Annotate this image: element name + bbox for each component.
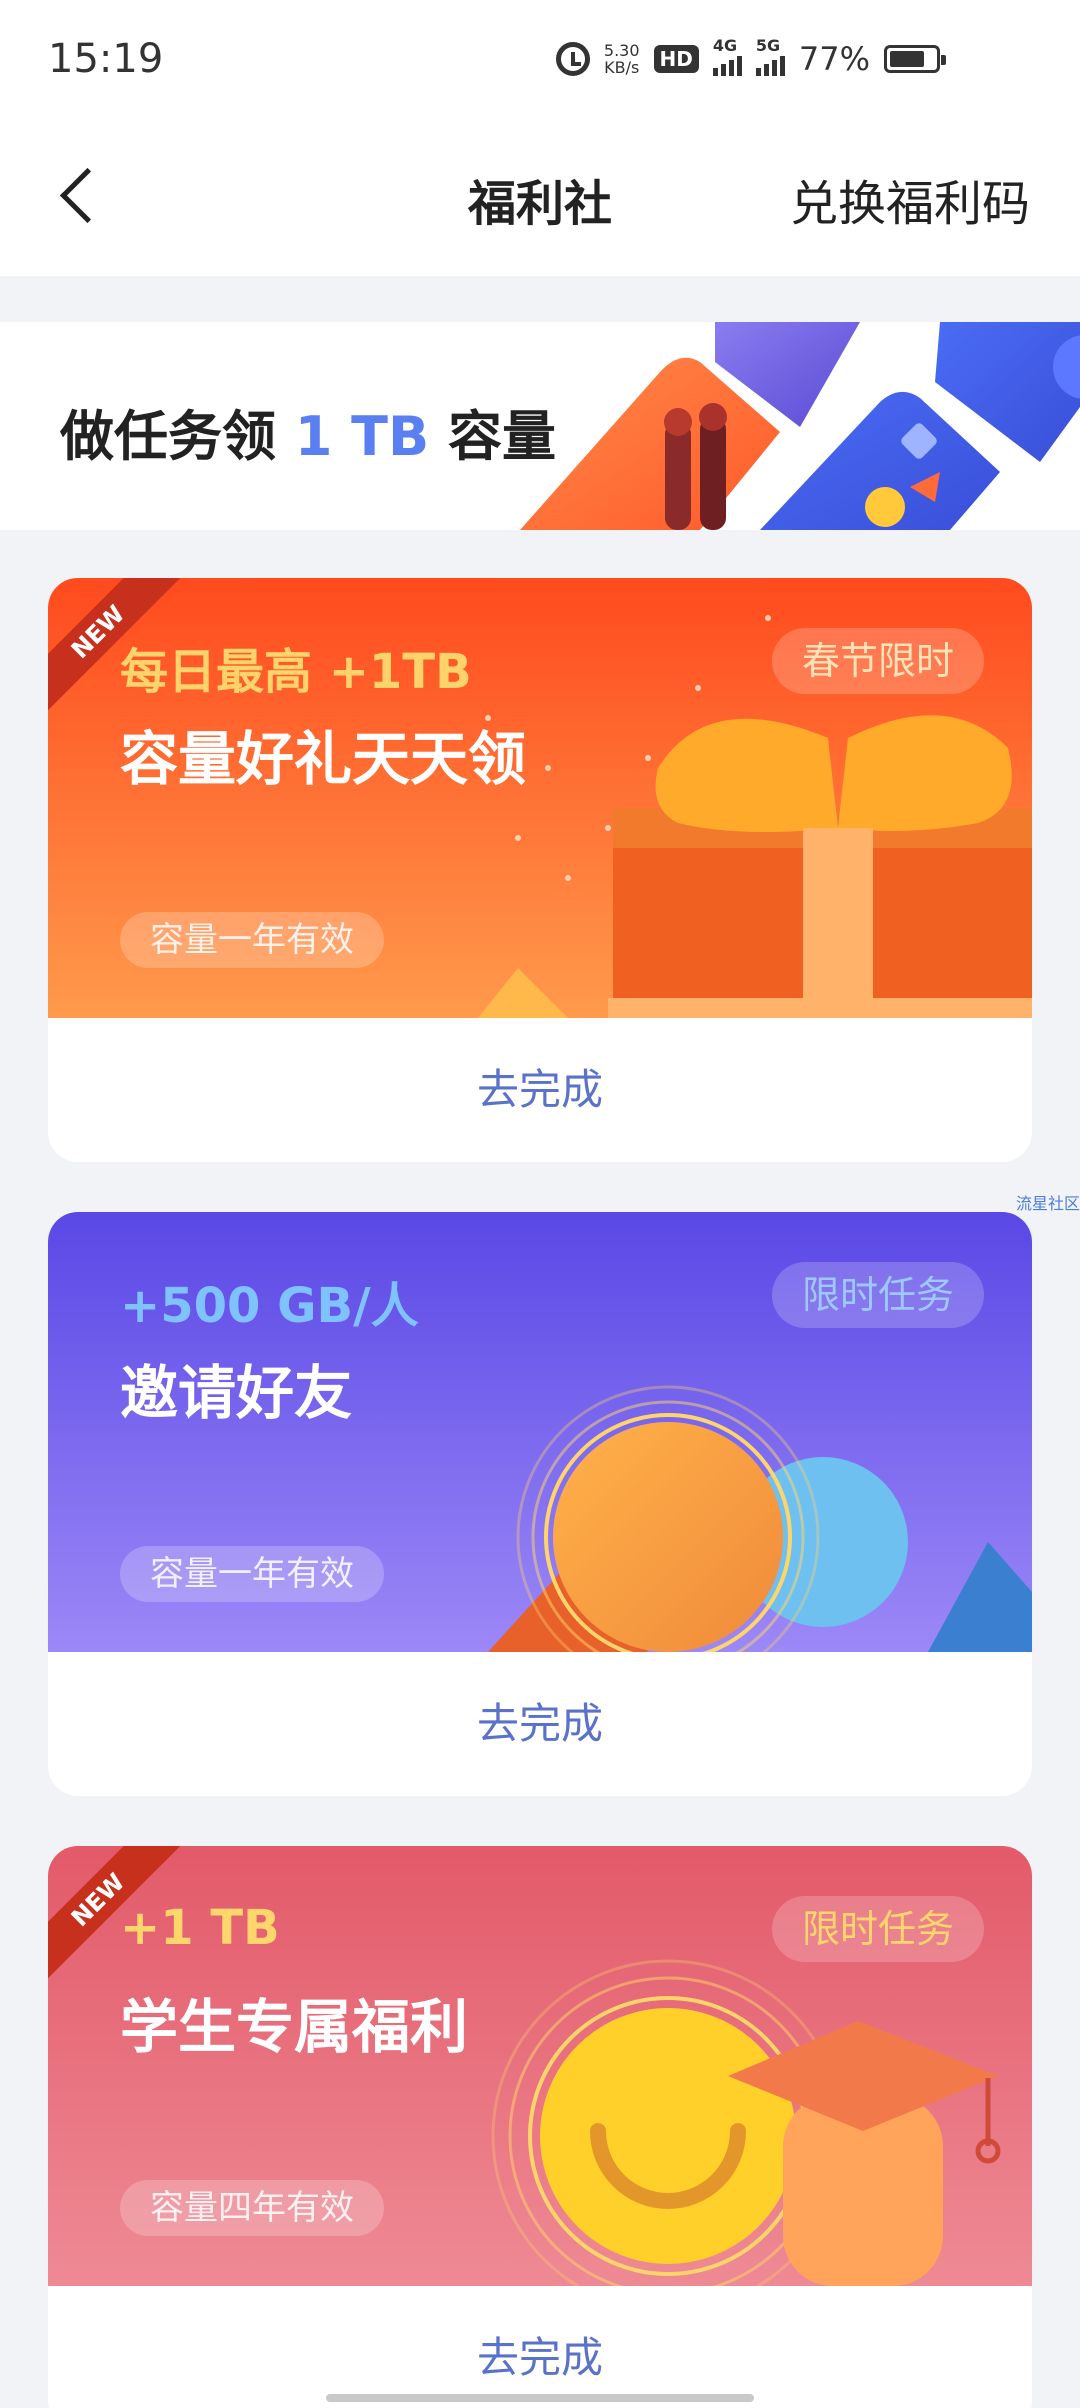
card-validity: 容量四年有效 [120, 2180, 384, 2236]
task-card-student-benefit[interactable]: NEW +1 TB 学生专属福利 限时任务 容量四年有效 去完成 [48, 1846, 1032, 2408]
card-title: 学生专属福利 [120, 1993, 469, 2061]
watermark-text: 流星社区 [1015, 1194, 1080, 1213]
task-banner: 做任务领 1 TB 容量 [0, 322, 1080, 530]
task-card-invite-friends[interactable]: +500 GB/人 邀请好友 限时任务 容量一年有效 去完成 [48, 1212, 1032, 1796]
card-capacity-label: +1 TB [120, 1900, 280, 1956]
banner-headline: 做任务领 1 TB 容量 [60, 392, 556, 471]
network-speed-unit: KB/s [604, 58, 640, 77]
redeem-code-button[interactable]: 兑换福利码 [790, 164, 1030, 234]
home-indicator[interactable] [326, 2394, 754, 2402]
banner-text-suffix: 容量 [448, 405, 556, 468]
app-header: 福利社 兑换福利码 [0, 120, 1080, 276]
sim2-network-label: 5G [755, 36, 781, 55]
go-complete-button[interactable]: 去完成 [48, 2286, 1032, 2408]
status-bar: 15:19 5.30 KB/s HD 4G 5G 77% [0, 0, 1080, 120]
card-validity: 容量一年有效 [120, 912, 384, 968]
card-validity: 容量一年有效 [120, 1546, 384, 1602]
task-card-daily-gift[interactable]: NEW 每日最高 +1TB 容量好礼天天领 春节限时 容量一年有效 去完成 [48, 578, 1032, 1162]
battery-fill [890, 51, 924, 67]
hd-voice-icon: HD [653, 45, 699, 73]
status-icons: 5.30 KB/s HD 4G 5G 77% [555, 36, 946, 78]
banner-text-highlight: 1 TB [294, 405, 430, 468]
sim1-network-label: 4G [712, 36, 738, 55]
card-tag: 限时任务 [771, 1262, 984, 1328]
card-title: 容量好礼天天领 [120, 725, 527, 793]
status-time: 15:19 [48, 36, 164, 82]
go-complete-button[interactable]: 去完成 [48, 1652, 1032, 1796]
card-title: 邀请好友 [120, 1359, 353, 1427]
signal-sim2-icon: 5G [755, 36, 785, 76]
banner-text-prefix: 做任务领 [60, 405, 276, 468]
signal-sim1-icon: 4G [712, 36, 742, 76]
card-capacity-label: 每日最高 +1TB [120, 644, 472, 700]
card-art: NEW 每日最高 +1TB 容量好礼天天领 春节限时 容量一年有效 [48, 578, 1032, 1018]
battery-icon [884, 45, 946, 73]
battery-percent: 77% [798, 40, 870, 78]
card-tag: 限时任务 [771, 1896, 984, 1962]
card-art: NEW +1 TB 学生专属福利 限时任务 容量四年有效 [48, 1846, 1032, 2286]
card-art: +500 GB/人 邀请好友 限时任务 容量一年有效 [48, 1212, 1032, 1652]
card-tag: 春节限时 [771, 628, 984, 694]
alarm-icon [555, 42, 590, 76]
go-complete-button[interactable]: 去完成 [48, 1018, 1032, 1162]
network-speed: 5.30 KB/s [604, 42, 640, 76]
card-capacity-label: +500 GB/人 [120, 1278, 419, 1334]
